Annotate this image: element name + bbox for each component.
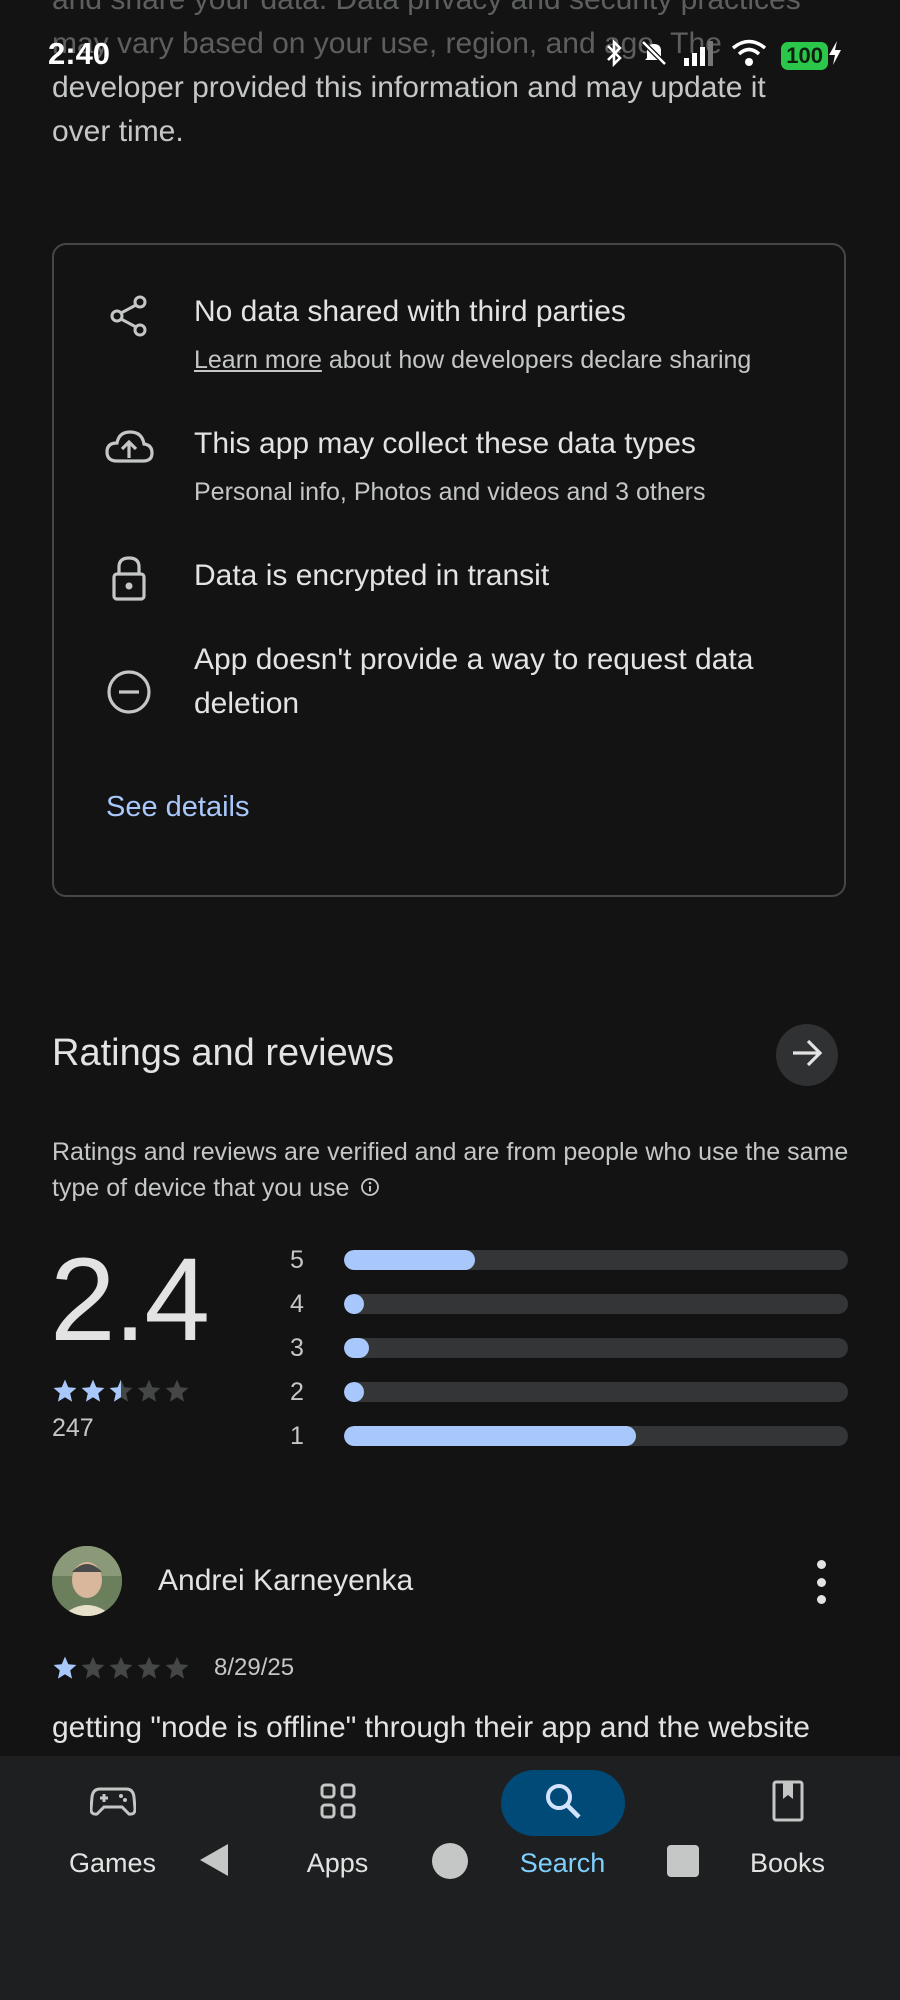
rating-bar-label: 4 [290, 1289, 304, 1318]
charging-icon [828, 41, 842, 70]
nav-pill [500, 1770, 625, 1836]
review-more-options-button[interactable] [806, 1560, 836, 1604]
safety-item-title: This app may collect these data types [194, 427, 696, 460]
star-icon [137, 1379, 161, 1402]
rating-bar-label: 2 [290, 1377, 304, 1406]
ratings-arrow-button[interactable] [776, 1024, 838, 1086]
rating-bar-row: 4 [290, 1289, 850, 1319]
star-icon [53, 1379, 77, 1402]
intro-line: over time. [52, 115, 184, 148]
see-details-link[interactable]: See details [106, 791, 250, 824]
safety-item-subtitle-text: about how developers declare sharing [328, 346, 752, 374]
bottom-navigation: Games Apps Search Books [0, 1756, 900, 2000]
rating-bar-fill [344, 1382, 365, 1402]
reviewer-name: Andrei Karneyenka [158, 1564, 414, 1597]
rating-bar-track [344, 1426, 848, 1446]
review-count: 247 [52, 1414, 94, 1442]
star-icon [165, 1656, 189, 1679]
minus-circle-icon [104, 667, 154, 717]
status-icons: 100 [603, 38, 842, 73]
review-text: getting "node is offline" through their … [52, 1711, 810, 1744]
safety-item-title: Data is encrypted in transit [194, 559, 550, 592]
star-icon [109, 1656, 133, 1679]
nav-pill [276, 1770, 400, 1836]
system-recents-button[interactable] [666, 1844, 700, 1883]
rating-bar-fill [344, 1294, 365, 1314]
rating-bar-track [344, 1294, 848, 1314]
rating-bar-row: 3 [290, 1333, 850, 1363]
more-vert-dot [816, 1577, 826, 1587]
rating-bar-row: 1 [290, 1421, 850, 1451]
system-back-button[interactable] [196, 1840, 232, 1885]
rating-bar-row: 2 [290, 1377, 850, 1407]
status-bar: 2:40 100 [0, 0, 900, 110]
safety-item-subtitle: Personal info, Photos and videos and 3 o… [194, 478, 706, 506]
bluetooth-icon [603, 38, 625, 73]
system-home-button[interactable] [431, 1842, 469, 1885]
lock-icon [104, 553, 154, 603]
rating-bar-fill [344, 1338, 370, 1358]
safety-item-title: App doesn't provide a way to request dat… [194, 643, 754, 720]
safety-item-subtitle: Learn more about how developers declare … [194, 343, 814, 377]
nav-pill [51, 1770, 175, 1836]
info-icon[interactable] [360, 1171, 380, 1207]
star-icon [53, 1656, 77, 1679]
arrow-right-icon [790, 1038, 824, 1073]
review-rating-stars [52, 1655, 190, 1681]
average-rating: 2.4 [50, 1234, 210, 1366]
system-navigation [0, 1840, 900, 1950]
ratings-note: Ratings and reviews are verified and are… [52, 1134, 852, 1207]
rating-bar-row: 5 [290, 1245, 850, 1275]
safety-item-title: No data shared with third parties [194, 295, 626, 328]
battery-indicator: 100 [781, 41, 828, 70]
star-icon [81, 1656, 105, 1679]
rating-bar-track [344, 1338, 848, 1358]
star-icon [109, 1379, 133, 1402]
rating-bar-track [344, 1382, 848, 1402]
rating-bar-label: 1 [290, 1421, 304, 1450]
ratings-note-text: Ratings and reviews are verified and are… [52, 1138, 849, 1202]
gamepad-icon [88, 1785, 137, 1822]
avatar[interactable] [52, 1546, 122, 1616]
data-safety-card: No data shared with third parties Learn … [52, 243, 846, 897]
nav-pill [726, 1770, 850, 1836]
ratings-heading: Ratings and reviews [52, 1032, 395, 1074]
rating-bar-track [344, 1250, 848, 1270]
book-icon [771, 1779, 805, 1828]
learn-more-link[interactable]: Learn more [194, 346, 322, 374]
search-icon [543, 1781, 583, 1826]
apps-grid-icon [319, 1782, 357, 1825]
cloud-upload-icon [104, 423, 154, 473]
rating-bar-fill [344, 1250, 476, 1270]
star-icon [165, 1379, 189, 1402]
rating-bar-label: 5 [290, 1245, 304, 1274]
share-icon [104, 291, 154, 341]
mute-icon [639, 38, 669, 73]
star-icon [137, 1656, 161, 1679]
signal-icon [683, 40, 717, 71]
rating-bar-label: 3 [290, 1333, 304, 1362]
more-vert-icon [816, 1560, 826, 1569]
status-time: 2:40 [48, 36, 111, 71]
rating-bar-fill [344, 1426, 637, 1446]
review-date: 8/29/25 [214, 1654, 295, 1681]
more-vert-dot [816, 1595, 826, 1604]
wifi-icon [731, 39, 767, 72]
star-icon [81, 1379, 105, 1402]
average-rating-stars [52, 1378, 190, 1404]
